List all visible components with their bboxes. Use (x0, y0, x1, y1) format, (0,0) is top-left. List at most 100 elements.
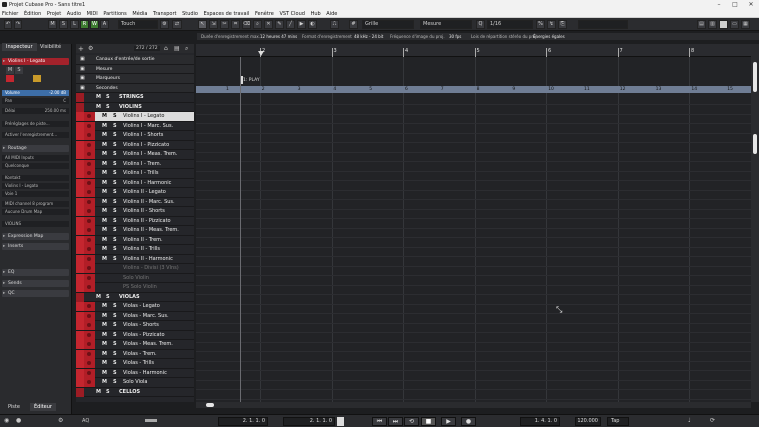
record-enable-icon[interactable] (84, 378, 95, 387)
track-row[interactable]: M S Violins II - Trem. (76, 235, 194, 245)
metronome-icon[interactable]: ● (16, 417, 21, 424)
menu-audio[interactable]: Audio (65, 10, 83, 18)
track-solo-button[interactable]: S (113, 350, 117, 359)
play-button[interactable]: ▶ (441, 417, 456, 426)
vertical-scrollbar[interactable] (751, 44, 759, 402)
track-row[interactable]: MSViolins - Divisi (3 Vlns) (76, 264, 194, 274)
record-enable-icon[interactable] (84, 359, 95, 368)
routing-section[interactable]: Routage (2, 145, 69, 152)
draw-tool-icon[interactable]: ✎ (275, 20, 284, 29)
track-row[interactable]: M S Violas - Pizzicato (76, 330, 194, 340)
record-enable-icon[interactable] (84, 188, 95, 197)
zoom-tool-icon[interactable]: ⌕ (253, 20, 262, 29)
menu-midi[interactable]: MIDI (85, 10, 100, 18)
play-tool-icon[interactable]: ▶ (297, 20, 306, 29)
grid-type-select[interactable]: Mesure (420, 20, 472, 29)
menu-vst-cloud[interactable]: VST Cloud (277, 10, 307, 18)
track-solo-button[interactable]: S (113, 169, 117, 178)
folder-select[interactable]: VIOLINS (2, 221, 69, 227)
record-enable-icon[interactable] (84, 216, 95, 226)
iterative-quantize-icon[interactable]: ↯ (547, 20, 556, 29)
track-row[interactable]: M S Violas - Harmonic (76, 368, 194, 378)
record-enable-field[interactable]: Activer l'enregistrement... (2, 132, 69, 138)
track-solo-button[interactable]: S (106, 388, 110, 397)
track-solo-button[interactable]: S (113, 179, 117, 188)
track-row[interactable]: M S Violins II - Legato (76, 188, 194, 198)
record-enable-icon[interactable] (84, 273, 95, 283)
redo-icon[interactable]: ↷ (14, 20, 22, 29)
edit-button[interactable] (33, 75, 41, 82)
line-tool-icon[interactable]: ╱ (286, 20, 295, 29)
punch-icon[interactable]: ⟳ (710, 417, 715, 424)
expression-map-section[interactable]: Expression Map (2, 233, 69, 240)
track-mute-button[interactable]: M (102, 141, 107, 150)
left-locator-field[interactable]: 2. 1. 1. 0 (218, 417, 268, 426)
track-mute-button[interactable]: M (96, 93, 101, 102)
track-row[interactable]: M S Violins I - Harmonic (76, 178, 194, 188)
folder-track-row[interactable]: M S CELLOS (76, 387, 194, 397)
horizontal-scroll-thumb[interactable] (206, 403, 214, 407)
layout-inspector-icon[interactable] (719, 20, 728, 29)
menu-edit[interactable]: Édition (22, 10, 43, 18)
position-field[interactable]: 1. 4. 1. 0 (520, 417, 560, 426)
track-row[interactable]: M S Violas - Legato (76, 302, 194, 312)
minimize-icon[interactable]: – (712, 0, 726, 10)
write-automation-button[interactable]: W (90, 20, 99, 29)
track-solo-button[interactable]: S (113, 369, 117, 378)
track-solo-button[interactable]: S (113, 236, 117, 245)
record-enable-icon[interactable] (84, 264, 95, 273)
track-row[interactable]: M S Violins I - Meas. Trem. (76, 150, 194, 160)
track-mute-button[interactable]: M (102, 236, 107, 245)
glue-tool-icon[interactable]: ⌗ (231, 20, 240, 29)
track-mute-button[interactable]: M (102, 131, 107, 140)
track-solo-button[interactable]: S (113, 226, 117, 235)
record-enable-icon[interactable] (84, 112, 95, 121)
folder-track-row[interactable]: M S VIOLINS (76, 102, 194, 112)
record-enable-icon[interactable] (84, 349, 95, 359)
track-row[interactable]: M S Violas - Shorts (76, 321, 194, 331)
record-transport-button[interactable]: ● (461, 417, 476, 426)
output-select[interactable]: Violins I - Legato (2, 183, 69, 189)
track-solo-button[interactable]: S (113, 331, 117, 340)
seconds-ruler[interactable]: 1 2 3 4 5 6 7 8 9 10 11 12 13 14 15 (196, 86, 751, 93)
record-enable-icon[interactable] (84, 140, 95, 150)
track-solo-button[interactable]: S (113, 217, 117, 226)
track-solo-button[interactable]: S (113, 141, 117, 150)
inserts-section[interactable]: Inserts (2, 243, 69, 250)
track-row[interactable]: M S Violins I - Shorts (76, 131, 194, 141)
track-mute-button[interactable]: M (102, 245, 107, 254)
vertical-zoom-thumb[interactable] (753, 134, 757, 154)
track-mute-button[interactable]: M (102, 169, 107, 178)
tab-inspector[interactable]: Inspecteur (2, 43, 37, 51)
menu-scores[interactable]: Partitions (101, 10, 128, 18)
record-enable-icon[interactable] (84, 178, 95, 188)
quantize-apply-icon[interactable]: ⎘ (558, 20, 567, 29)
record-enable-icon[interactable] (84, 283, 95, 292)
track-solo-button[interactable]: S (106, 293, 110, 302)
folder-track-row[interactable]: M S VIOLAS (76, 292, 194, 302)
track-row[interactable]: MSPS Solo Violin (76, 283, 194, 293)
nudge-slider[interactable] (145, 419, 157, 422)
menu-help[interactable]: Aide (324, 10, 339, 18)
global-track-row[interactable]: ▣ Canaux d'entrée/de sortie (76, 55, 194, 65)
track-solo-button[interactable]: S (113, 160, 117, 169)
layout-left-icon[interactable]: ▤ (697, 20, 706, 29)
track-mute-button[interactable]: M (102, 340, 107, 349)
track-row[interactable]: M S Violins I - Marc. Sus. (76, 121, 194, 131)
track-mute-button[interactable]: M (102, 217, 107, 226)
track-row[interactable]: M S Solo Viola (76, 378, 194, 388)
right-locator-field[interactable]: 2. 1. 1. 0 (283, 417, 335, 426)
eq-section[interactable]: EQ (2, 269, 69, 276)
track-solo-button[interactable]: S (113, 150, 117, 159)
automation-a-button[interactable]: A (100, 20, 109, 29)
track-row[interactable]: M S Violins I - Pizzicato (76, 140, 194, 150)
tap-button[interactable]: Tap (607, 417, 629, 426)
track-solo-button[interactable]: S (113, 359, 117, 368)
global-track-row[interactable]: ▣ Mesure (76, 64, 194, 74)
delay-field[interactable]: Délai 250.00 ms (2, 108, 69, 114)
ruler[interactable]: 2345678 (196, 44, 751, 57)
track-mute-button[interactable]: M (102, 321, 107, 330)
record-enable-icon[interactable] (84, 321, 95, 330)
mute-tool-icon[interactable]: ✕ (264, 20, 273, 29)
track-mute-button[interactable]: M (102, 207, 107, 216)
